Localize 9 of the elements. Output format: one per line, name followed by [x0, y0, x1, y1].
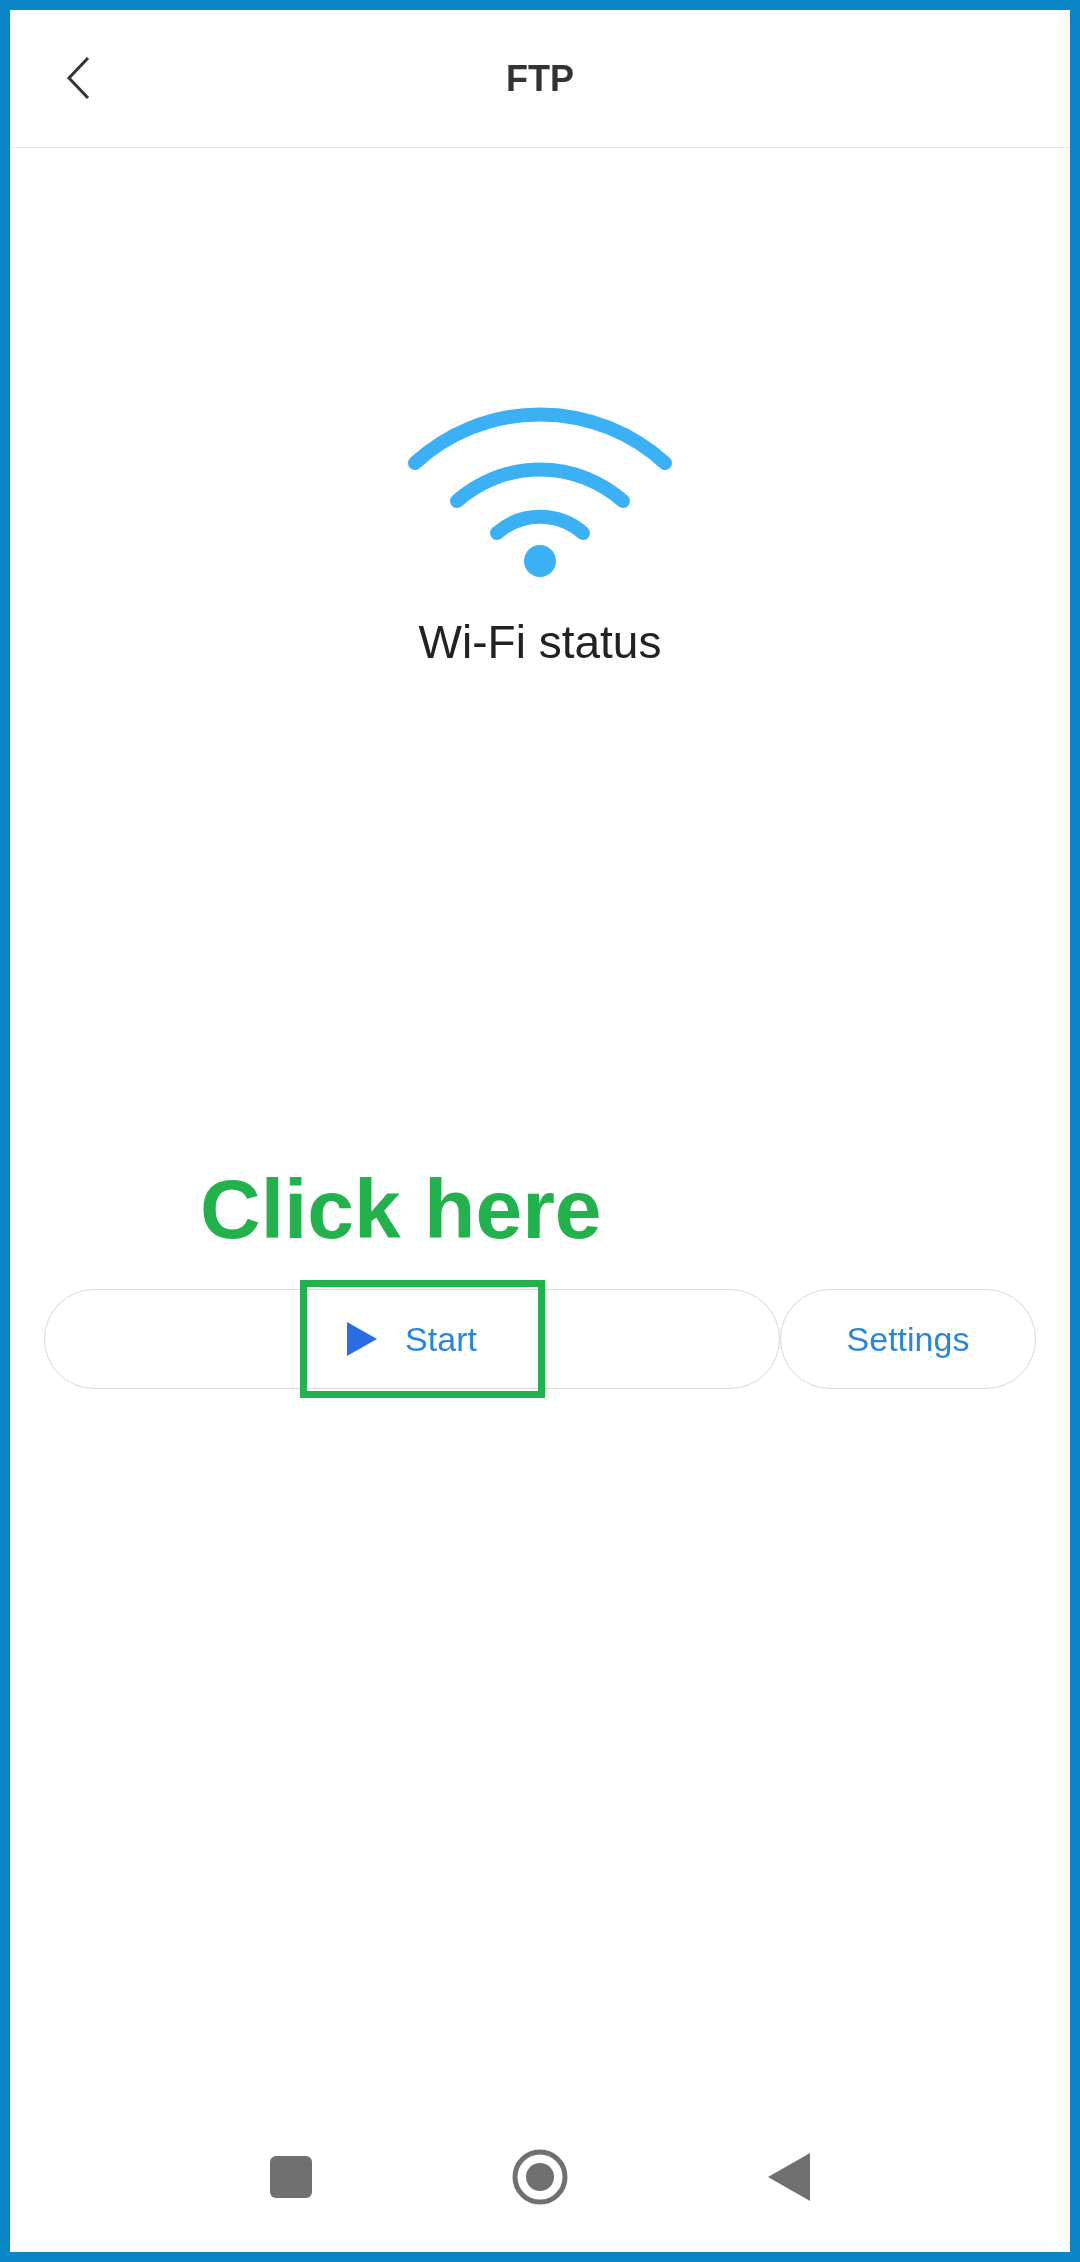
settings-button[interactable]: Settings	[780, 1289, 1036, 1389]
click-here-annotation: Click here	[200, 1167, 602, 1251]
status-label: Wi-Fi status	[418, 615, 662, 670]
home-icon[interactable]	[512, 2149, 568, 2205]
start-button[interactable]: Start	[44, 1289, 780, 1389]
back-icon	[66, 56, 90, 100]
play-icon	[347, 1322, 378, 1356]
back-nav-icon[interactable]	[768, 2153, 810, 2201]
screen-title: FTP	[506, 56, 574, 101]
